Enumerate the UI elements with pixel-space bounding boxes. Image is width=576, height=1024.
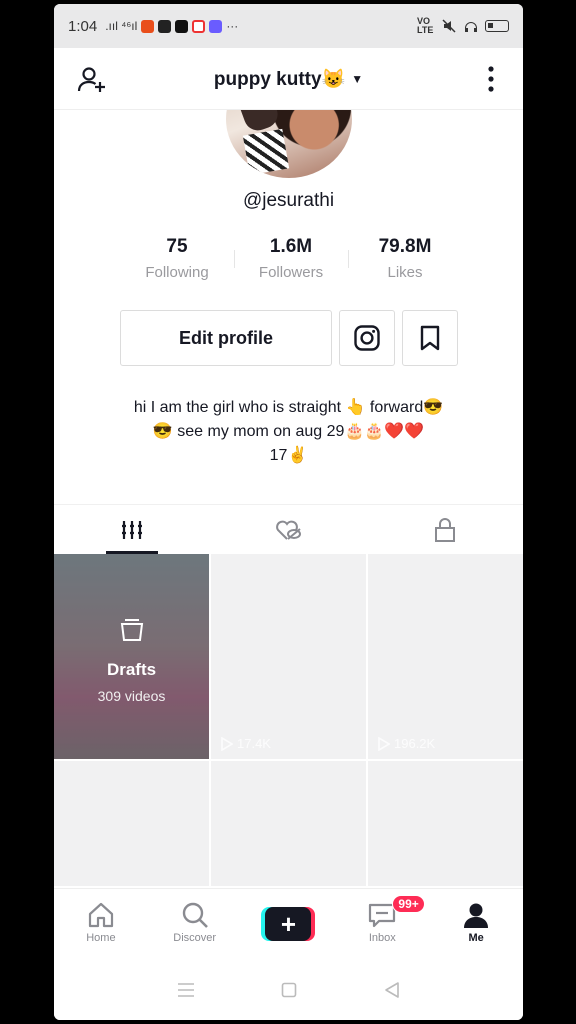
phone-screen: 1:04 .ııl ⁴⁶ıl ··· VO LTE puppy kutty😺 ▼ xyxy=(54,4,523,1020)
profile-bio: hi I am the girl who is straight 👆 forwa… xyxy=(54,396,523,468)
tab-private[interactable] xyxy=(367,505,523,554)
battery-icon xyxy=(485,20,509,32)
nav-label: Me xyxy=(468,932,484,944)
stat-label: Likes xyxy=(387,264,423,281)
search-icon xyxy=(182,902,208,928)
app-notification-icon xyxy=(209,19,223,33)
nav-discover[interactable]: Discover xyxy=(148,889,242,960)
instagram-icon xyxy=(354,325,380,351)
home-icon xyxy=(88,902,113,928)
more-vertical-icon[interactable] xyxy=(481,64,501,94)
status-time: 1:04 xyxy=(68,17,98,35)
caret-down-icon: ▼ xyxy=(351,71,364,86)
play-icon xyxy=(378,736,390,751)
volte-indicator: VO LTE xyxy=(417,16,434,35)
nav-create[interactable]: + xyxy=(242,889,336,960)
video-tile[interactable] xyxy=(54,761,209,886)
view-count: 17.4K xyxy=(221,736,271,751)
bio-line: 17✌️ xyxy=(269,447,308,464)
add-user-icon[interactable] xyxy=(76,64,108,96)
nav-label: Inbox xyxy=(368,932,396,944)
more-notifications: ··· xyxy=(226,19,239,33)
videos-grid-icon xyxy=(122,520,143,539)
profile-tabs xyxy=(54,504,523,554)
stat-following[interactable]: 75 Following xyxy=(120,236,234,281)
nav-me[interactable]: Me xyxy=(429,889,523,960)
view-count-text: 17.4K xyxy=(237,736,271,751)
private-lock-icon xyxy=(434,517,455,542)
drafts-tile[interactable]: Drafts 309 videos xyxy=(54,554,209,759)
stat-value: 75 xyxy=(166,236,188,257)
home-square-icon[interactable] xyxy=(281,982,297,998)
status-right: VO LTE xyxy=(417,17,509,35)
video-tile[interactable]: 17.4K xyxy=(211,554,366,759)
tab-liked[interactable] xyxy=(210,505,366,554)
liked-hidden-icon xyxy=(276,520,302,540)
signal-indicator: .ııl ⁴⁶ıl ··· xyxy=(105,19,238,33)
page-title: puppy kutty😺 xyxy=(213,68,346,90)
instagram-button[interactable] xyxy=(339,310,395,366)
drafts-count: 309 videos xyxy=(97,688,166,704)
app-notification-icon xyxy=(192,19,206,33)
play-icon xyxy=(221,736,233,751)
stat-value: 1.6M xyxy=(269,236,313,257)
stat-value: 79.8M xyxy=(378,236,432,257)
stat-followers[interactable]: 1.6M Followers xyxy=(234,236,348,281)
drafts-icon xyxy=(120,619,144,641)
view-count-text: 196.2K xyxy=(394,736,436,751)
app-notification-icon xyxy=(141,19,155,33)
stat-label: Following xyxy=(145,264,209,281)
bookmark-icon xyxy=(420,325,440,351)
view-count: 196.2K xyxy=(378,736,435,751)
signal-text: .ııl ⁴⁶ıl xyxy=(105,19,138,33)
plus-icon: + xyxy=(265,907,312,941)
favorites-button[interactable] xyxy=(402,310,458,366)
menu-icon[interactable] xyxy=(177,982,195,998)
video-tile[interactable] xyxy=(368,761,523,886)
mute-icon xyxy=(442,19,456,33)
nav-inbox[interactable]: 99+ Inbox xyxy=(335,889,429,960)
tiktok-notification-icon xyxy=(175,19,189,33)
drafts-label: Drafts xyxy=(106,660,157,679)
status-bar: 1:04 .ııl ⁴⁶ıl ··· VO LTE xyxy=(54,4,523,48)
profile-stats: 75 Following 1.6M Followers 79.8M Likes xyxy=(120,236,462,281)
profile-icon xyxy=(464,903,489,928)
stat-likes[interactable]: 79.8M Likes xyxy=(348,236,462,281)
stat-label: Followers xyxy=(258,264,324,281)
username: @jesurathi xyxy=(242,190,335,211)
video-tile[interactable] xyxy=(211,761,366,886)
video-grid: Drafts 309 videos 17.4K 196.2K xyxy=(54,554,523,886)
tab-videos[interactable] xyxy=(54,505,210,554)
back-icon[interactable] xyxy=(384,981,400,999)
system-nav-bar xyxy=(54,960,523,1020)
video-tile[interactable]: 196.2K xyxy=(368,554,523,759)
nav-label: Discover xyxy=(173,932,217,944)
create-button[interactable]: + xyxy=(261,907,316,941)
bio-line: 😎 see my mom on aug 29🎂🎂❤️❤️ xyxy=(152,423,425,440)
headphones-icon xyxy=(465,22,477,32)
edit-profile-button[interactable]: Edit profile xyxy=(120,310,332,366)
nav-home[interactable]: Home xyxy=(54,889,148,960)
bio-line: hi I am the girl who is straight 👆 forwa… xyxy=(133,399,444,416)
inbox-badge: 99+ xyxy=(392,895,425,913)
bottom-nav: Home Discover + 99+ Inbox Me xyxy=(54,888,523,960)
profile-header: puppy kutty😺 ▼ xyxy=(54,48,523,110)
account-switcher[interactable]: puppy kutty😺 ▼ xyxy=(214,67,363,91)
app-notification-icon xyxy=(158,19,172,33)
nav-label: Home xyxy=(86,932,116,944)
